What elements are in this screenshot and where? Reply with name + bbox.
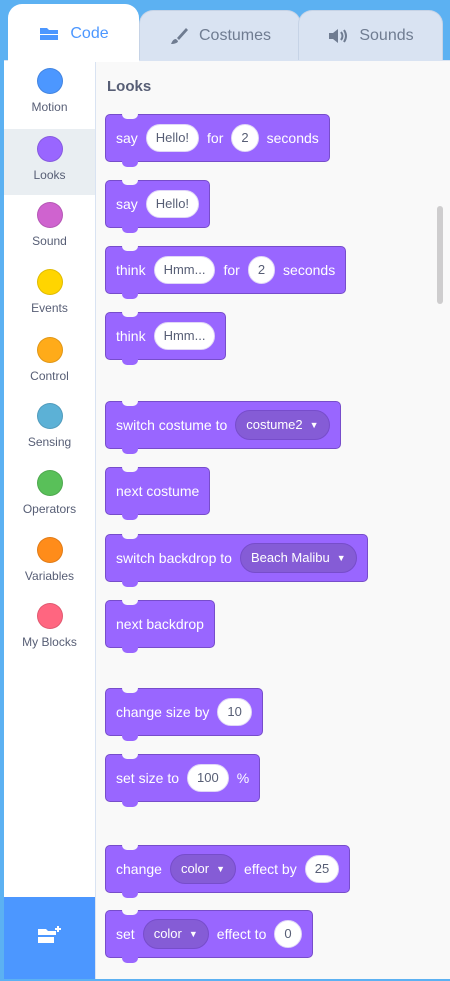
dropdown-value: color — [153, 926, 182, 941]
category-my-blocks[interactable]: My Blocks — [4, 596, 95, 662]
block-say-for-secs[interactable]: say Hello! for 2 seconds — [105, 114, 330, 167]
dropdown-value: Beach Malibu — [250, 550, 330, 565]
code-panel: Motion Looks Sound Events Control Sensin… — [4, 60, 450, 979]
block-text: set — [116, 926, 135, 942]
block-text: set size to — [116, 770, 180, 786]
block-text: effect by — [244, 861, 297, 877]
events-color-dot — [36, 269, 63, 295]
caret-down-icon: ▼ — [216, 863, 226, 874]
category-sound[interactable]: Sound — [4, 195, 95, 261]
block-change-effect[interactable]: change color ▼ effect by 25 — [105, 845, 351, 898]
category-variables[interactable]: Variables — [4, 530, 95, 596]
effect-dropdown[interactable]: color ▼ — [169, 854, 237, 884]
tab-code-label: Code — [70, 24, 109, 42]
block-text: for — [207, 130, 224, 146]
section-title: Looks — [107, 78, 152, 95]
block-switch-backdrop[interactable]: switch backdrop to Beach Malibu ▼ — [105, 534, 368, 587]
caret-down-icon: ▼ — [336, 552, 346, 563]
motion-color-dot — [36, 68, 63, 94]
block-text: change size by — [116, 704, 210, 720]
category-label: Events — [31, 301, 68, 315]
sound-color-dot — [36, 202, 63, 228]
block-say[interactable]: say Hello! — [105, 180, 211, 233]
control-color-dot — [36, 337, 63, 363]
operators-color-dot — [36, 470, 63, 496]
category-menu: Motion Looks Sound Events Control Sensin… — [4, 61, 96, 979]
effect-amount-input[interactable]: 0 — [274, 920, 302, 948]
caret-down-icon: ▼ — [309, 419, 319, 430]
tab-code[interactable]: Code — [8, 4, 139, 62]
block-switch-costume[interactable]: switch costume to costume2 ▼ — [105, 401, 341, 454]
block-text: % — [236, 770, 250, 786]
block-text: effect to — [216, 926, 267, 942]
block-text: think — [116, 262, 146, 278]
category-looks[interactable]: Looks — [4, 129, 95, 195]
effect-dropdown[interactable]: color ▼ — [142, 919, 209, 949]
palette-scrollbar[interactable] — [437, 206, 443, 304]
block-text: next backdrop — [116, 616, 204, 632]
block-text: change — [116, 861, 162, 877]
block-text: switch backdrop to — [116, 550, 232, 566]
backdrop-dropdown[interactable]: Beach Malibu ▼ — [239, 543, 357, 573]
block-text: say — [116, 196, 138, 212]
speaker-icon — [327, 28, 349, 44]
category-label: Motion — [31, 100, 68, 114]
size-input[interactable]: 100 — [187, 764, 229, 792]
code-icon — [38, 26, 60, 42]
block-palette: Looks say Hello! for 2 seconds say Hello… — [96, 61, 450, 979]
block-next-backdrop[interactable]: next backdrop — [105, 600, 215, 653]
size-input[interactable]: 10 — [217, 698, 252, 726]
block-text: switch costume to — [116, 417, 228, 433]
category-label: My Blocks — [22, 635, 77, 649]
category-label: Control — [30, 369, 69, 383]
block-text: for — [223, 262, 240, 278]
add-extension-button[interactable] — [4, 897, 95, 979]
tab-sounds-label: Sounds — [359, 26, 414, 44]
category-motion[interactable]: Motion — [4, 61, 95, 127]
caret-down-icon: ▼ — [188, 928, 198, 939]
category-events[interactable]: Events — [4, 262, 95, 328]
my-blocks-color-dot — [36, 603, 63, 629]
category-label: Sound — [32, 234, 67, 248]
editor-tabs: Code Costumes Sounds — [0, 0, 450, 62]
block-text: think — [116, 328, 146, 344]
effect-amount-input[interactable]: 25 — [304, 855, 340, 883]
looks-color-dot — [36, 136, 63, 162]
sensing-color-dot — [36, 403, 63, 429]
block-set-size[interactable]: set size to 100 % — [105, 754, 261, 807]
tab-costumes-label: Costumes — [198, 26, 272, 44]
costume-dropdown[interactable]: costume2 ▼ — [235, 410, 330, 440]
seconds-input[interactable]: 2 — [247, 256, 276, 284]
tab-sounds[interactable]: Sounds — [298, 10, 443, 60]
message-input[interactable]: Hello! — [145, 124, 200, 152]
category-operators[interactable]: Operators — [4, 463, 95, 529]
message-input[interactable]: Hmm... — [153, 256, 216, 284]
brush-icon — [169, 26, 189, 46]
variables-color-dot — [36, 537, 63, 563]
block-text: seconds — [266, 130, 319, 146]
category-label: Sensing — [27, 435, 72, 449]
block-change-size[interactable]: change size by 10 — [105, 688, 263, 741]
tab-costumes[interactable]: Costumes — [139, 10, 301, 60]
block-text: say — [116, 130, 138, 146]
add-extension-icon — [36, 924, 64, 953]
seconds-input[interactable]: 2 — [231, 124, 259, 152]
message-input[interactable]: Hello! — [145, 190, 200, 218]
block-set-effect[interactable]: set color ▼ effect to 0 — [105, 910, 313, 963]
dropdown-value: color — [180, 861, 210, 876]
category-label: Looks — [33, 168, 66, 182]
message-input[interactable]: Hmm... — [153, 322, 216, 350]
category-control[interactable]: Control — [4, 330, 95, 396]
block-next-costume[interactable]: next costume — [105, 467, 211, 520]
block-text: seconds — [283, 262, 336, 278]
block-think[interactable]: think Hmm... — [105, 312, 227, 365]
category-sensing[interactable]: Sensing — [4, 396, 95, 462]
dropdown-value: costume2 — [246, 417, 303, 432]
block-text: next costume — [116, 483, 200, 499]
block-think-for-secs[interactable]: think Hmm... for 2 seconds — [105, 246, 347, 299]
category-label: Variables — [24, 569, 75, 583]
category-label: Operators — [22, 502, 77, 516]
